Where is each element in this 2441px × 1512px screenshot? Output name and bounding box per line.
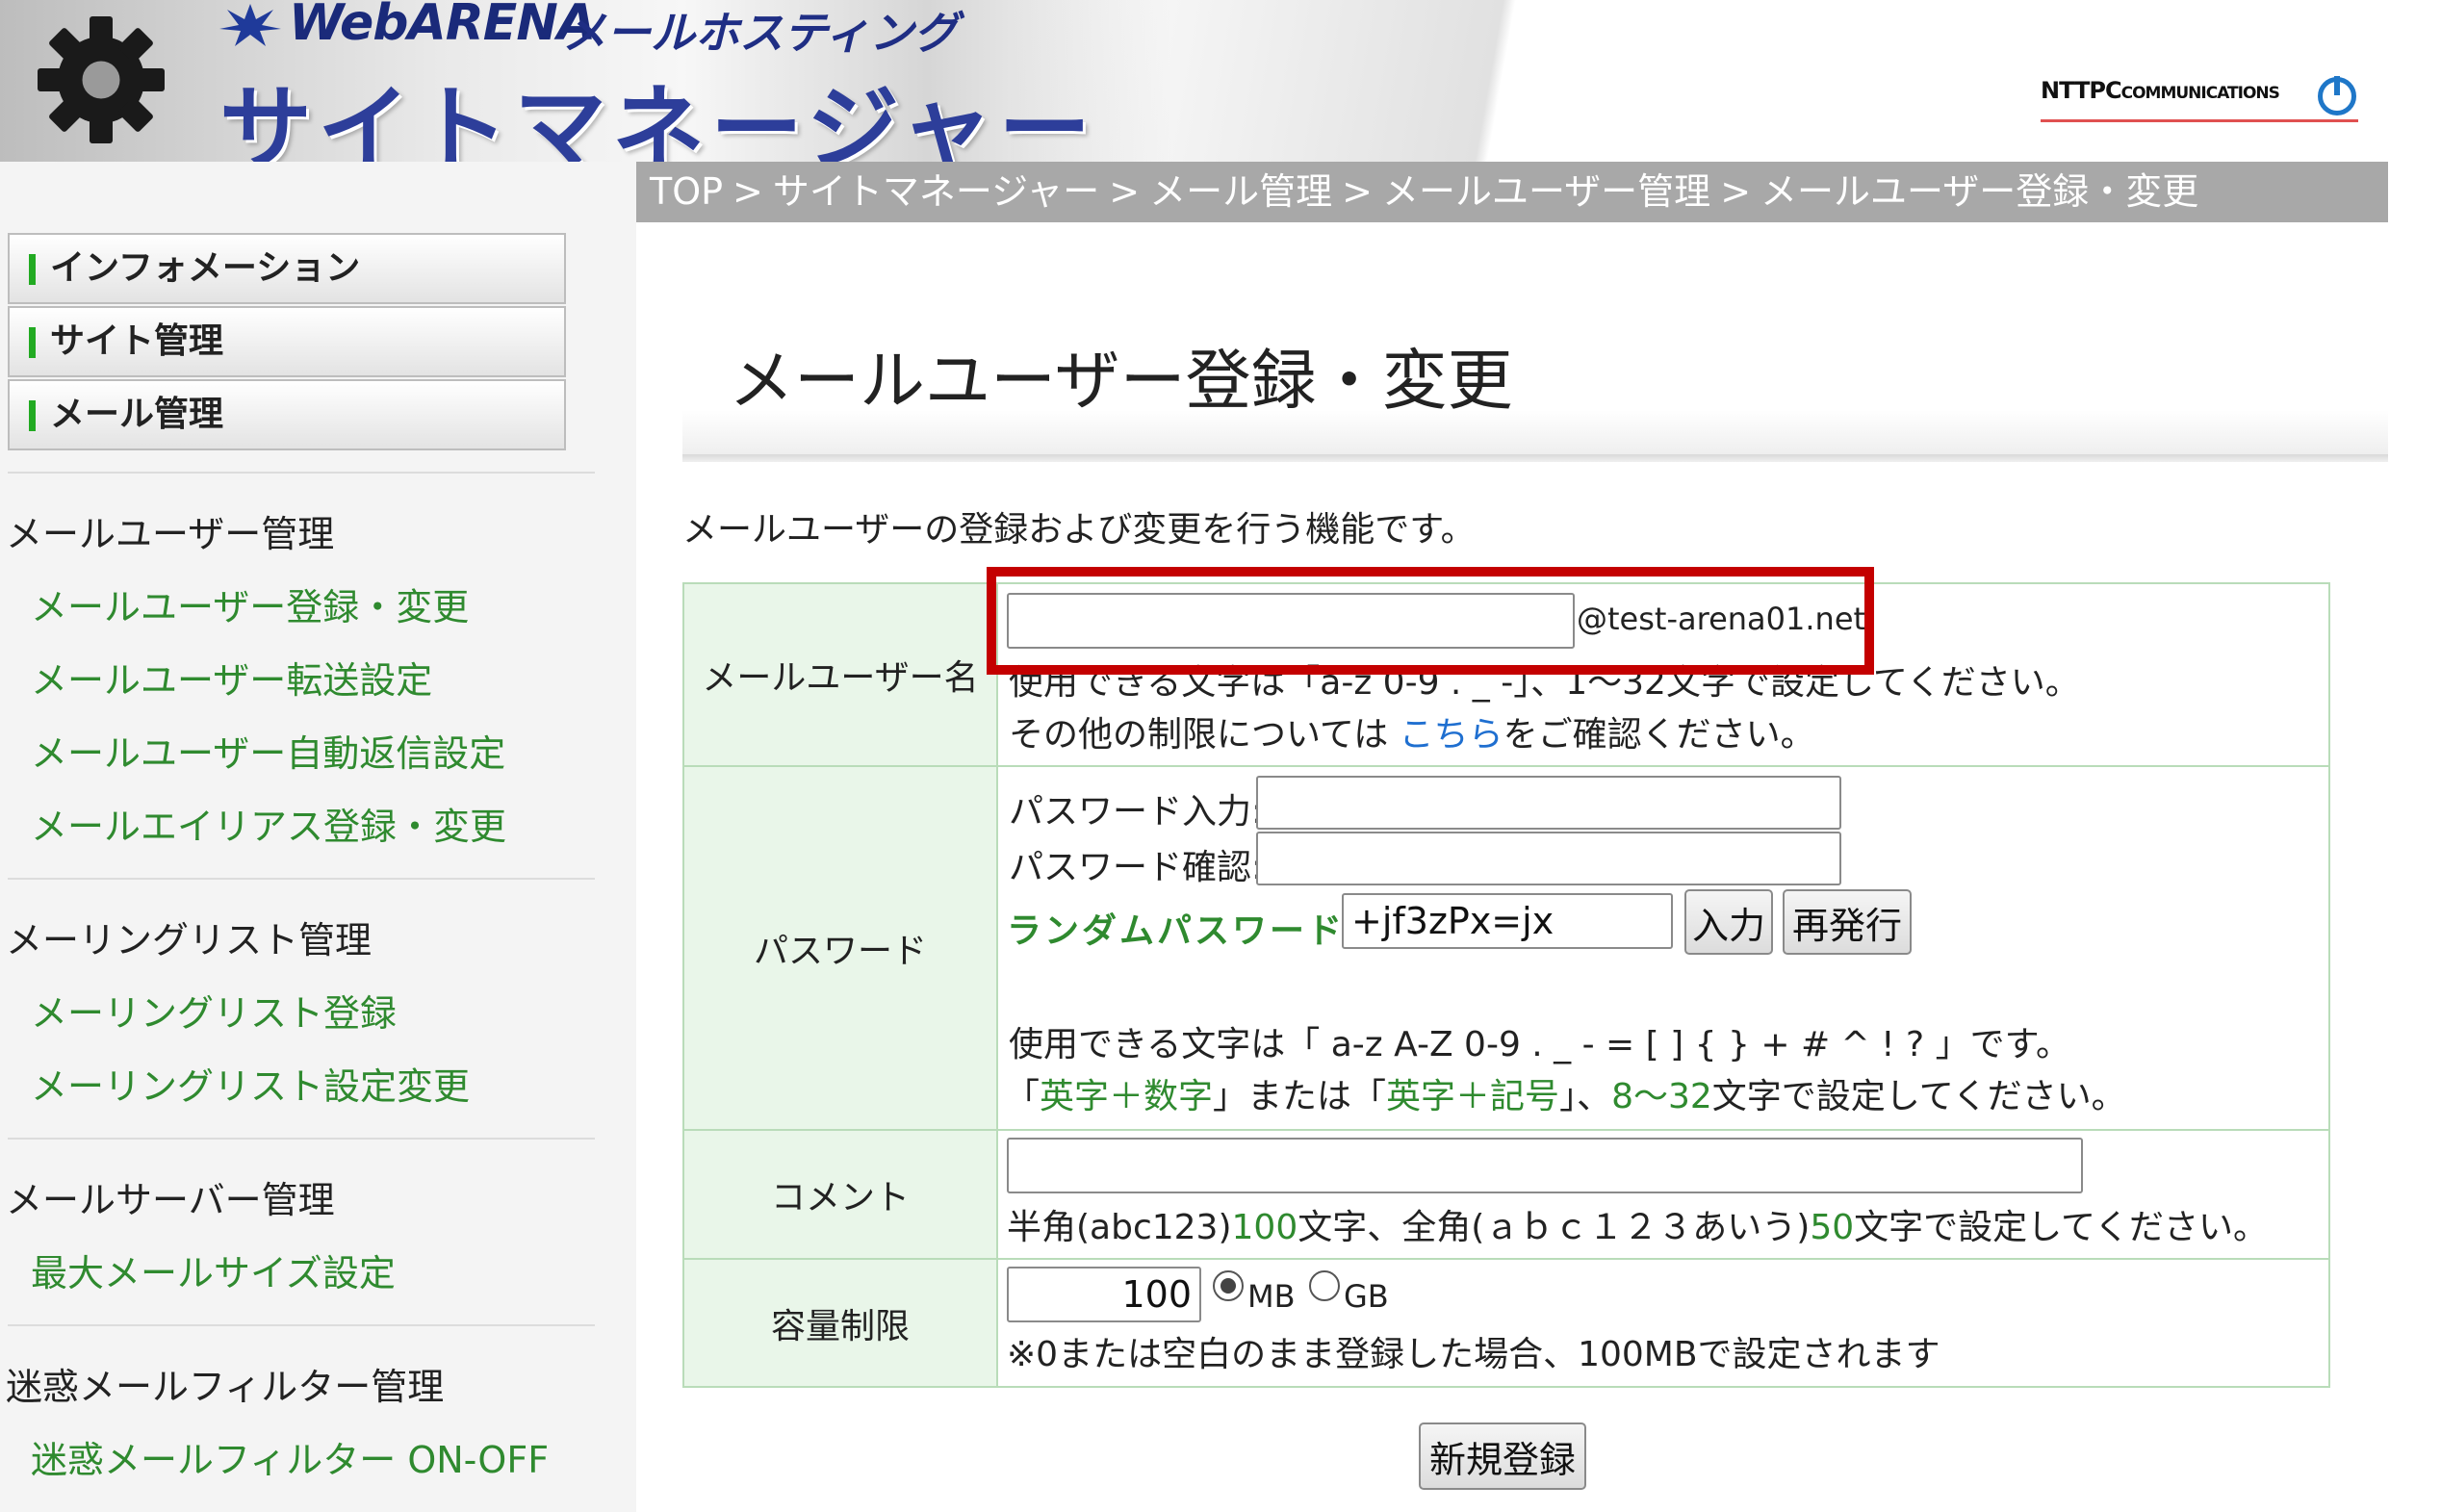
quota-input[interactable]	[1007, 1267, 1201, 1322]
username-hint-pre: その他の制限については	[1009, 715, 1400, 755]
username-hint-limits: その他の制限については こちらをご確認ください。	[1009, 706, 1815, 756]
sidebar-heading-spam-filter: 迷惑メールフィルター管理	[6, 1366, 445, 1408]
ntt-power-icon	[2318, 76, 2356, 115]
sidebar-menu-site-admin[interactable]: サイト管理	[8, 306, 566, 377]
regenerate-password-button[interactable]: 再発行	[1783, 889, 1912, 955]
page-description: メールユーザーの登録および変更を行う機能です。	[682, 510, 1476, 550]
sidebar-link-mailing-list-register[interactable]: メーリングリスト登録	[31, 984, 397, 1037]
sidebar-heading-mail-server: メールサーバー管理	[6, 1179, 335, 1221]
password-input[interactable]	[1256, 776, 1841, 830]
breadcrumb-separator: >	[732, 170, 763, 213]
brand-webarena: WebARENA	[289, 0, 596, 52]
page-title: メールユーザー登録・変更	[729, 344, 1513, 420]
pw-hint-a: 「	[1005, 1077, 1041, 1116]
app-title: サイトマネージャー	[219, 75, 1097, 162]
breadcrumb-site-manager[interactable]: サイトマネージャー	[773, 170, 1099, 213]
breadcrumb-top[interactable]: TOP	[650, 170, 723, 213]
sidebar-menu-label: サイト管理	[50, 321, 224, 361]
app-header: WebARENA メールホスティング サイトマネージャー NTTPCCOMMUN…	[0, 0, 2441, 162]
quota-unit-mb-label: MB	[1247, 1278, 1296, 1315]
label-mail-username: メールユーザー名	[684, 584, 998, 765]
sidebar-menu-label: メール管理	[50, 395, 224, 434]
sidebar-menu-label: インフォメーション	[50, 248, 361, 288]
menu-accent-bar	[29, 254, 36, 285]
comment-hint-a: 半角(abc123)	[1007, 1208, 1232, 1247]
sidebar-link-mail-user-autoreply[interactable]: メールユーザー自動返信設定	[31, 724, 505, 777]
sidebar-divider	[8, 1324, 595, 1326]
quota-unit-gb-label: GB	[1344, 1278, 1389, 1315]
password-confirm-input[interactable]	[1256, 832, 1841, 885]
comment-hint-e: 文字で設定してください。	[1854, 1208, 2268, 1247]
password-input-label: パスワード入力:	[1009, 792, 1264, 832]
sidebar-link-mail-alias[interactable]: メールエイリアス登録・変更	[31, 797, 506, 850]
pw-hint-e: 」、	[1559, 1077, 1612, 1116]
webarena-logo-icon	[219, 4, 281, 46]
ntt-logo-main: NTTPC	[2041, 77, 2122, 104]
menu-accent-bar	[29, 400, 36, 431]
random-password-label: ランダムパスワード:	[1007, 911, 1362, 951]
quota-note: ※0または空白のまま登録した場合、100MBで設定されます	[1007, 1335, 1940, 1374]
sidebar-heading-mail-user: メールユーザー管理	[6, 513, 335, 555]
pw-hint-alnum: 英字＋数字	[1040, 1077, 1214, 1116]
comment-hint-c: 文字、全角(ａｂｃ１２３あいう)	[1298, 1208, 1811, 1247]
comment-hint: 半角(abc123)100文字、全角(ａｂｃ１２３あいう)50文字で設定してくだ…	[1007, 1199, 2268, 1249]
breadcrumb-separator: >	[1342, 170, 1373, 213]
pw-hint-alsym: 英字＋記号	[1386, 1077, 1560, 1116]
ntt-logo: NTTPCCOMMUNICATIONS	[2041, 77, 2280, 104]
breadcrumb-mail-user-admin[interactable]: メールユーザー管理	[1382, 170, 1710, 213]
sidebar-divider	[8, 472, 595, 474]
password-hint-rules: 「英字＋数字」または「英字＋記号」、8～32文字で設定してください。	[1005, 1068, 2126, 1118]
sidebar: インフォメーション サイト管理 メール管理 メールユーザー管理 メールユーザー登…	[0, 162, 636, 1512]
pw-hint-c: 」または「	[1213, 1077, 1387, 1116]
quota-unit-mb-radio[interactable]	[1213, 1270, 1244, 1301]
quota-unit-gb-radio[interactable]	[1309, 1270, 1340, 1301]
sidebar-heading-mailing-list: メーリングリスト管理	[6, 919, 373, 961]
ntt-logo-underline	[2041, 119, 2358, 122]
label-quota: 容量制限	[684, 1260, 998, 1386]
sidebar-link-max-mail-size[interactable]: 最大メールサイズ設定	[31, 1243, 396, 1296]
sidebar-menu-information[interactable]: インフォメーション	[8, 233, 566, 304]
pw-hint-length: 8～32	[1611, 1077, 1712, 1116]
brand-hosting: メールホスティング	[562, 7, 959, 59]
ntt-logo-sub: COMMUNICATIONS	[2120, 84, 2280, 103]
sidebar-link-mailing-list-settings[interactable]: メーリングリスト設定変更	[31, 1057, 470, 1110]
username-hint-post: をご確認ください。	[1503, 715, 1815, 755]
label-password: パスワード	[684, 767, 998, 1129]
breadcrumb-current: メールユーザー登録・変更	[1760, 170, 2199, 213]
label-comment: コメント	[684, 1131, 998, 1258]
password-hint-chars: 使用できる文字は「 a-z A-Z 0-9 . _ - = [ ] { } + …	[1009, 1025, 2070, 1064]
sidebar-link-spam-filter-toggle[interactable]: 迷惑メールフィルター ON-OFF	[31, 1430, 549, 1483]
sidebar-divider	[8, 1138, 595, 1140]
password-confirm-label: パスワード確認:	[1009, 848, 1264, 887]
gear-icon	[38, 16, 165, 143]
random-password-field[interactable]	[1342, 893, 1673, 949]
comment-input[interactable]	[1007, 1138, 2083, 1193]
highlight-box	[987, 567, 1874, 675]
comment-hint-half-limit: 100	[1231, 1208, 1298, 1247]
sidebar-divider	[8, 878, 595, 880]
header-sheen	[1011, 0, 2214, 162]
fill-password-button[interactable]: 入力	[1684, 889, 1773, 955]
register-button[interactable]: 新規登録	[1419, 1422, 1586, 1490]
sidebar-link-mail-user-forward[interactable]: メールユーザー転送設定	[31, 651, 432, 704]
menu-accent-bar	[29, 327, 36, 358]
breadcrumb-separator: >	[1109, 170, 1141, 213]
breadcrumb-separator: >	[1720, 170, 1752, 213]
breadcrumb: TOP > サイトマネージャー > メール管理 > メールユーザー管理 > メールユーザー登録・…	[636, 162, 2388, 222]
breadcrumb-mail-admin[interactable]: メール管理	[1149, 170, 1332, 213]
pw-hint-g: 文字で設定してください。	[1711, 1077, 2126, 1116]
restrictions-link[interactable]: こちら	[1400, 715, 1503, 755]
sidebar-menu-mail-admin[interactable]: メール管理	[8, 379, 566, 450]
sidebar-link-mail-user-register[interactable]: メールユーザー登録・変更	[31, 577, 469, 630]
comment-hint-full-limit: 50	[1810, 1208, 1855, 1247]
